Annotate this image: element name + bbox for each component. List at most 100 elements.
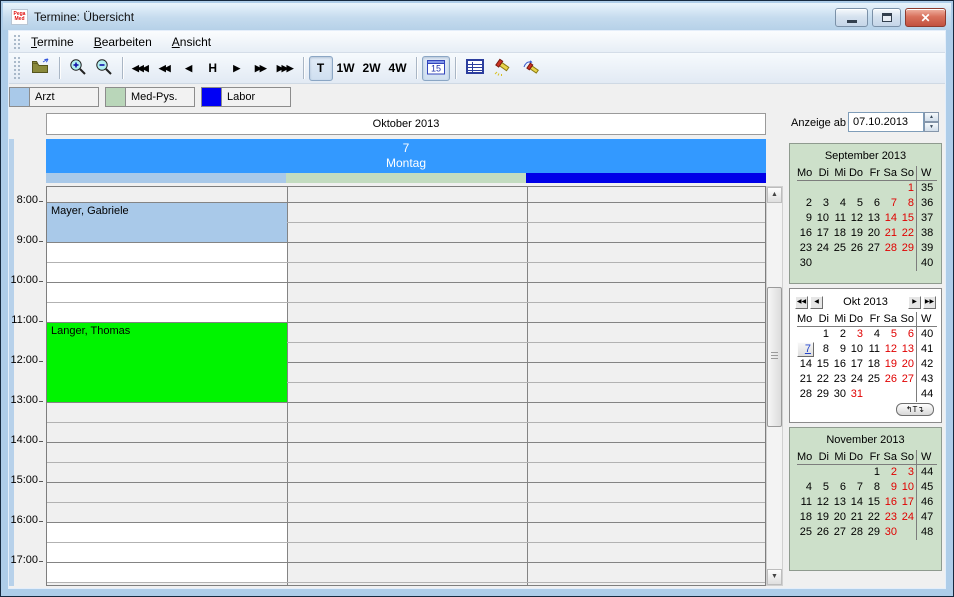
menu-termine[interactable]: Termine [31, 35, 74, 49]
day-cell[interactable]: 2 [831, 327, 848, 342]
scheduler-column-3[interactable] [527, 187, 766, 585]
day-cell[interactable]: 2 [797, 196, 814, 211]
legend-item-med-pys[interactable]: Med-Pys. [105, 87, 195, 107]
day-cell[interactable]: 8 [865, 480, 882, 495]
day-cell[interactable]: 18 [797, 510, 814, 525]
day-cell[interactable]: 26 [814, 525, 831, 540]
menu-ansicht[interactable]: Ansicht [172, 35, 211, 49]
day-cell[interactable]: 3 [899, 465, 916, 480]
day-cell[interactable]: 26 [848, 241, 865, 256]
date-picker-button[interactable]: 15 [422, 56, 450, 81]
toolbar-gripper[interactable] [13, 56, 20, 80]
day-cell[interactable]: 6 [899, 327, 916, 342]
day-cell[interactable]: 15 [814, 357, 831, 372]
day-cell[interactable]: 1 [899, 181, 916, 196]
day-cell[interactable]: 23 [882, 510, 899, 525]
day-cell[interactable]: 27 [899, 372, 916, 387]
menu-gripper[interactable] [13, 34, 20, 49]
zoom-in-button[interactable] [65, 56, 91, 81]
maximize-button[interactable] [872, 8, 901, 27]
day-cell[interactable]: 11 [831, 211, 848, 226]
day-cell[interactable]: 31 [848, 387, 865, 402]
day-cell[interactable]: 27 [831, 525, 848, 540]
title-bar[interactable]: Pega Med Termine: Übersicht ✕ [3, 3, 951, 30]
search-next-free-slot-button[interactable] [517, 56, 545, 81]
day-cell[interactable]: 13 [899, 342, 916, 357]
day-cell[interactable]: 24 [814, 241, 831, 256]
nav-forward-day-button[interactable]: ▶ [225, 56, 249, 81]
day-cell[interactable]: 9 [831, 342, 848, 357]
list-view-button[interactable] [461, 56, 489, 81]
day-cell[interactable]: 26 [882, 372, 899, 387]
day-cell[interactable]: 5 [882, 327, 899, 342]
nav-back-day-button[interactable]: ◀ [177, 56, 201, 81]
day-cell[interactable]: 14 [797, 357, 814, 372]
legend-item-labor[interactable]: Labor [201, 87, 291, 107]
day-cell[interactable]: 1 [814, 327, 831, 342]
vertical-scrollbar[interactable]: ▲ ▼ [766, 186, 783, 586]
day-cell[interactable]: 30 [882, 525, 899, 540]
day-cell[interactable]: 21 [848, 510, 865, 525]
day-cell[interactable]: 3 [848, 327, 865, 342]
day-cell[interactable]: 18 [865, 357, 882, 372]
day-cell[interactable]: 20 [865, 226, 882, 241]
day-cell[interactable]: 30 [797, 256, 814, 271]
day-cell[interactable]: 15 [899, 211, 916, 226]
day-cell[interactable]: 9 [882, 480, 899, 495]
next-month-button[interactable]: ▶ [908, 296, 921, 309]
appointment[interactable]: Langer, Thomas [47, 323, 287, 402]
scroll-down-button[interactable]: ▼ [767, 569, 782, 585]
day-cell[interactable]: 8 [814, 342, 831, 357]
view-4-weeks-button[interactable]: 4W [385, 56, 411, 81]
day-cell[interactable]: 20 [899, 357, 916, 372]
day-cell[interactable]: 20 [831, 510, 848, 525]
day-cell[interactable]: 3 [814, 196, 831, 211]
day-cell[interactable]: 10 [848, 342, 865, 357]
day-cell[interactable]: 6 [831, 480, 848, 495]
prev-year-button[interactable]: ◀◀ [795, 296, 808, 309]
day-cell[interactable]: 13 [865, 211, 882, 226]
day-cell[interactable]: 19 [882, 357, 899, 372]
day-cell[interactable]: 22 [899, 226, 916, 241]
day-cell[interactable]: 7 [797, 342, 814, 357]
nav-forward-week-button[interactable]: ▶▶ [249, 56, 273, 81]
day-cell[interactable]: 21 [882, 226, 899, 241]
day-cell[interactable]: 8 [899, 196, 916, 211]
day-cell[interactable]: 28 [882, 241, 899, 256]
day-cell[interactable]: 12 [848, 211, 865, 226]
day-cell[interactable]: 30 [831, 387, 848, 402]
next-year-button[interactable]: ▶▶ [923, 296, 936, 309]
prev-month-button[interactable]: ◀ [810, 296, 823, 309]
day-cell[interactable]: 19 [814, 510, 831, 525]
day-cell[interactable]: 23 [831, 372, 848, 387]
day-cell[interactable]: 25 [865, 372, 882, 387]
day-cell[interactable]: 22 [814, 372, 831, 387]
day-cell[interactable]: 10 [814, 211, 831, 226]
day-cell[interactable]: 29 [899, 241, 916, 256]
close-button[interactable]: ✕ [905, 8, 946, 27]
open-appointment-book-button[interactable] [27, 56, 54, 81]
appointment-grid[interactable]: Mayer, GabrieleLanger, Thomas [46, 186, 766, 586]
day-cell[interactable]: 16 [831, 357, 848, 372]
nav-today-button[interactable]: H [201, 56, 225, 81]
day-cell[interactable]: 7 [882, 196, 899, 211]
scheduler-column-2[interactable] [287, 187, 527, 585]
nav-far-back-button[interactable]: ◀◀◀ [128, 56, 153, 81]
day-cell[interactable]: 21 [797, 372, 814, 387]
scroll-thumb[interactable] [767, 287, 782, 427]
day-cell[interactable]: 17 [814, 226, 831, 241]
day-cell[interactable]: 28 [797, 387, 814, 402]
view-day-button[interactable]: T [309, 56, 333, 81]
day-cell[interactable]: 27 [865, 241, 882, 256]
day-cell[interactable]: 24 [848, 372, 865, 387]
day-cell[interactable]: 9 [797, 211, 814, 226]
day-cell[interactable]: 4 [831, 196, 848, 211]
day-cell[interactable]: 5 [814, 480, 831, 495]
day-cell[interactable]: 2 [882, 465, 899, 480]
zoom-out-button[interactable] [91, 56, 117, 81]
menu-bearbeiten[interactable]: Bearbeiten [94, 35, 152, 49]
go-to-today-button[interactable]: ↰T↴ [896, 403, 934, 416]
day-cell[interactable]: 4 [797, 480, 814, 495]
day-cell[interactable]: 18 [831, 226, 848, 241]
day-cell[interactable]: 24 [899, 510, 916, 525]
